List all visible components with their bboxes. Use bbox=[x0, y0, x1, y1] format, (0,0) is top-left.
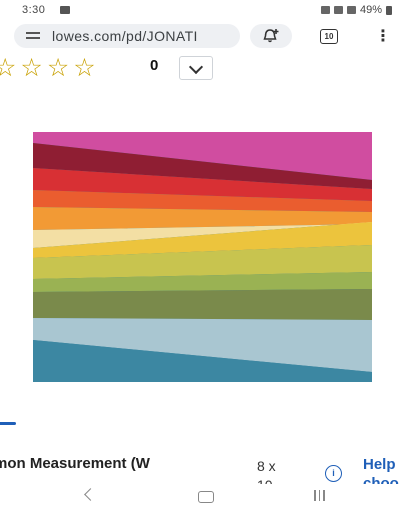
info-icon[interactable]: i bbox=[325, 465, 342, 482]
recents-icon[interactable] bbox=[314, 490, 325, 501]
tab-count: 10 bbox=[320, 28, 338, 44]
star-rating: ☆ ☆ ☆ ☆ bbox=[0, 54, 96, 82]
rating-row: ☆ ☆ ☆ ☆ 0 bbox=[0, 54, 214, 82]
reviews-dropdown-button[interactable] bbox=[179, 56, 213, 80]
notification-icon bbox=[60, 6, 70, 14]
system-nav-bar bbox=[0, 484, 410, 512]
product-image[interactable] bbox=[33, 132, 372, 382]
status-bar: 3:30 49% bbox=[0, 0, 410, 22]
tabs-button[interactable]: 10 bbox=[314, 24, 344, 48]
mute-icon bbox=[320, 6, 330, 14]
spec-label: mon Measurement (W bbox=[0, 455, 150, 472]
battery-percent: 49% bbox=[359, 4, 382, 16]
home-icon[interactable] bbox=[198, 491, 214, 503]
menu-button[interactable]: ⋮ bbox=[368, 24, 398, 48]
star-icon: ☆ bbox=[20, 54, 43, 82]
status-indicators: 49% bbox=[320, 4, 392, 16]
signal-icon bbox=[346, 6, 356, 14]
battery-icon bbox=[386, 5, 392, 15]
wifi-icon bbox=[333, 6, 343, 14]
carousel-indicator bbox=[0, 422, 16, 425]
rug-stripe bbox=[33, 289, 372, 320]
site-settings-icon[interactable] bbox=[26, 30, 42, 42]
star-icon: ☆ bbox=[73, 54, 96, 82]
star-icon: ☆ bbox=[0, 54, 17, 82]
bell-plus-icon bbox=[262, 28, 280, 44]
chevron-down-icon bbox=[188, 59, 204, 75]
review-count: 0 bbox=[150, 57, 159, 74]
more-vert-icon: ⋮ bbox=[375, 28, 391, 45]
url-text[interactable]: lowes.com/pd/JONATI bbox=[52, 28, 198, 44]
add-to-home-button[interactable] bbox=[250, 24, 292, 48]
back-icon[interactable] bbox=[84, 488, 97, 501]
status-time: 3:30 bbox=[22, 4, 46, 16]
star-icon: ☆ bbox=[46, 54, 70, 82]
address-bar[interactable]: lowes.com/pd/JONATI bbox=[14, 24, 240, 48]
